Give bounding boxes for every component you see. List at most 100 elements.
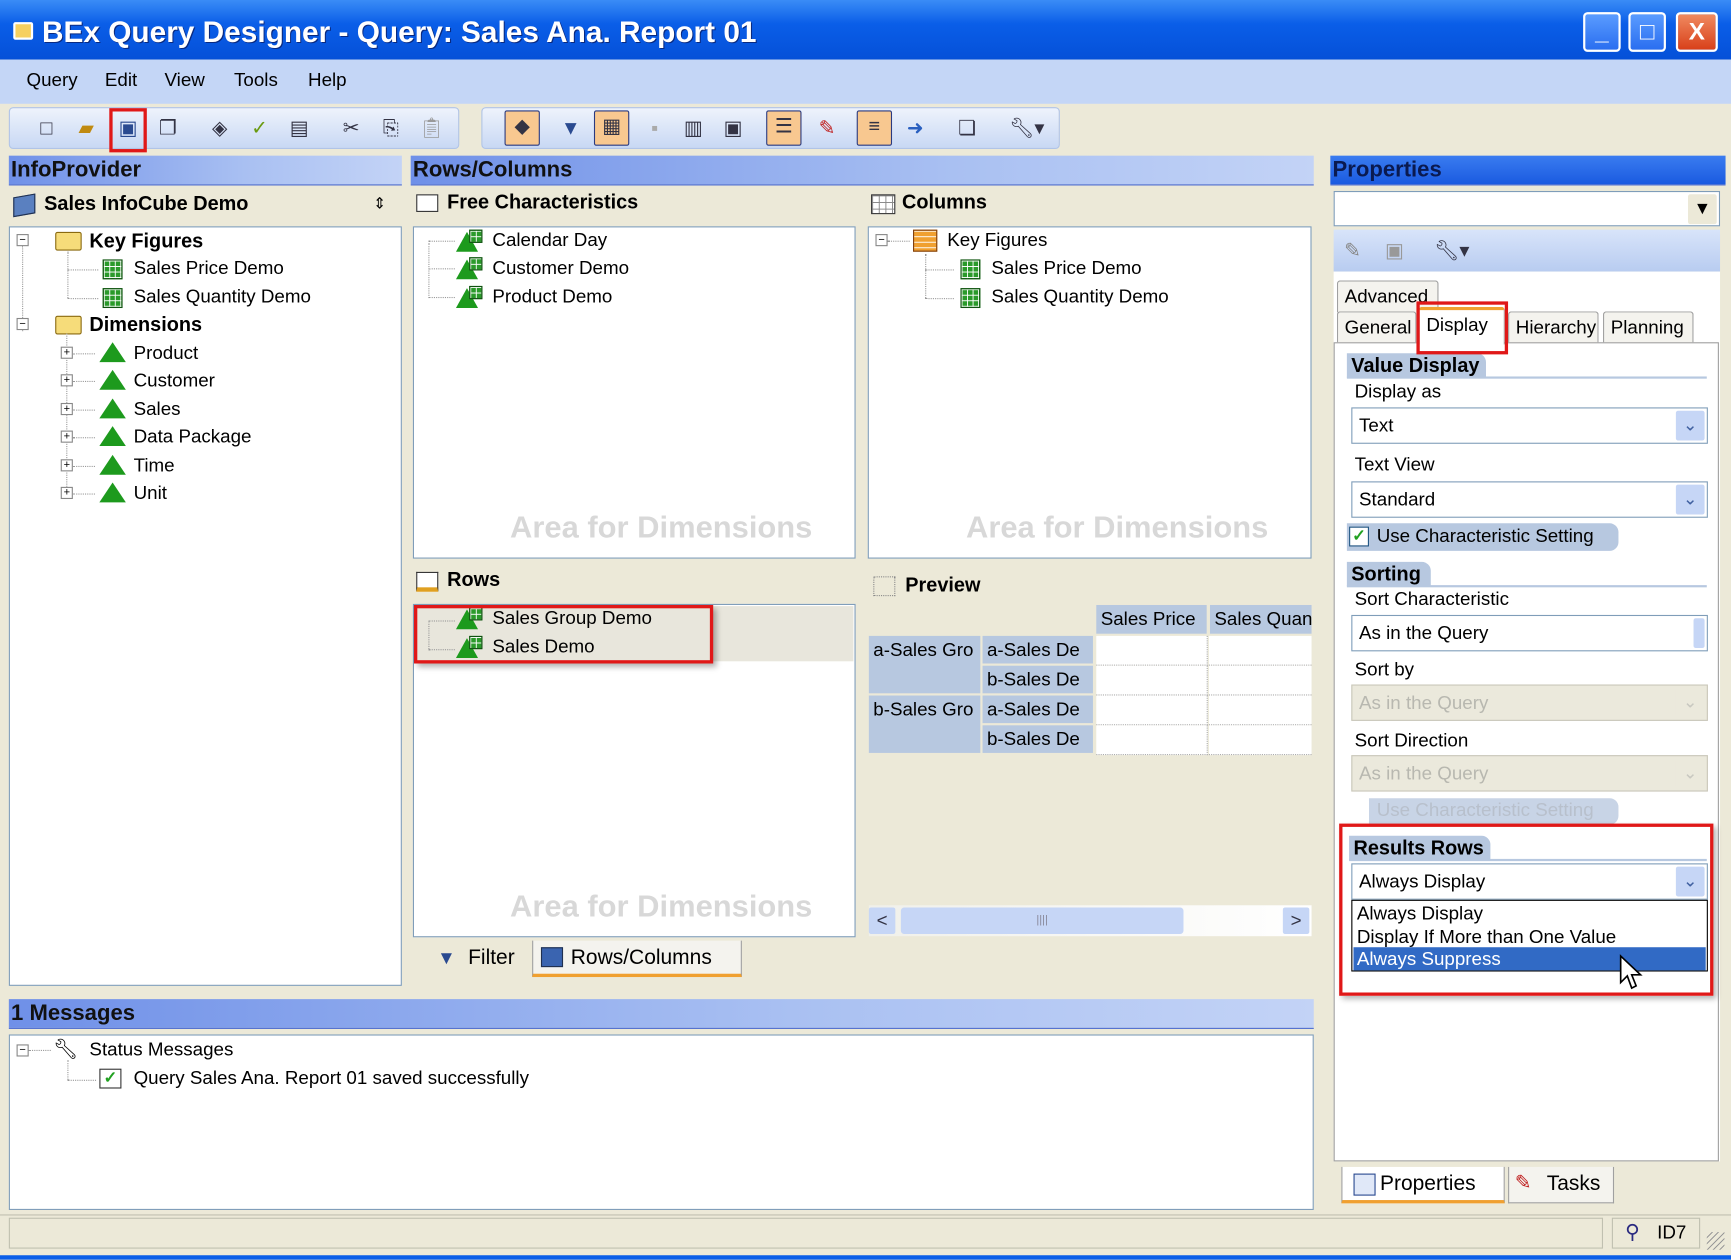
- cut-icon[interactable]: ✂: [337, 114, 366, 143]
- column-item[interactable]: Sales Quantity Demo: [991, 286, 1168, 308]
- chevron-down-icon[interactable]: ▼: [1688, 194, 1717, 225]
- edit-icon[interactable]: ✎: [1338, 236, 1367, 265]
- column-item[interactable]: Sales Price Demo: [991, 257, 1141, 279]
- properties-icon: [1353, 1173, 1376, 1196]
- preview-row-header: b-Sales Gro: [868, 695, 981, 753]
- tree-dimensions[interactable]: Dimensions: [89, 314, 202, 336]
- key-figures-structure-icon: [913, 229, 938, 252]
- sort-characteristic-label: Sort Characteristic: [1354, 588, 1509, 610]
- columns-label: Columns: [901, 190, 987, 214]
- menu-view[interactable]: View: [164, 70, 204, 92]
- collapse-icon[interactable]: −: [875, 234, 888, 247]
- tree-dimension-item[interactable]: Product: [134, 342, 199, 364]
- maximize-button[interactable]: □: [1628, 12, 1666, 52]
- scroll-right-button[interactable]: >: [1282, 907, 1310, 934]
- documents-icon[interactable]: ❏: [953, 114, 982, 143]
- tree-item[interactable]: Sales Price Demo: [134, 257, 284, 279]
- save-all-icon[interactable]: ❐: [153, 114, 182, 143]
- tree-dimension-item[interactable]: Customer: [134, 370, 215, 392]
- rows-columns-icon[interactable]: ▦: [593, 110, 630, 146]
- text-view-select[interactable]: Standard ⌄: [1351, 481, 1708, 518]
- properties-view-icon[interactable]: ☰: [766, 110, 802, 146]
- free-characteristic-item[interactable]: Customer Demo: [492, 257, 629, 279]
- chevron-down-icon[interactable]: [1693, 618, 1705, 649]
- free-characteristic-item[interactable]: Calendar Day: [492, 230, 607, 252]
- messages-view-icon[interactable]: ≡: [856, 110, 893, 146]
- expand-icon[interactable]: +: [60, 346, 73, 359]
- menu-query[interactable]: Query: [26, 70, 77, 92]
- display-as-select[interactable]: Text ⌄: [1351, 407, 1708, 444]
- expand-icon[interactable]: +: [60, 402, 73, 416]
- conditions-icon[interactable]: ▥: [679, 114, 708, 143]
- columns-key-figures[interactable]: Key Figures: [947, 230, 1047, 252]
- folder-icon: [55, 315, 82, 335]
- preview-header: Sales Quan: [1209, 604, 1312, 634]
- paste-icon[interactable]: 📋︎: [417, 114, 446, 143]
- expand-icon[interactable]: +: [60, 459, 73, 472]
- tree-dimension-item[interactable]: Unit: [134, 482, 167, 504]
- close-button[interactable]: X: [1675, 12, 1718, 52]
- minimize-button[interactable]: _: [1583, 12, 1621, 52]
- sort-use-char-setting-checkbox[interactable]: [1349, 800, 1369, 821]
- free-characteristic-item[interactable]: Product Demo: [492, 286, 612, 308]
- tab-planning[interactable]: Planning: [1603, 311, 1694, 344]
- free-characteristics-area[interactable]: [412, 226, 856, 559]
- preview-row-header: b-Sales De: [982, 725, 1093, 753]
- drop-area-hint: Area for Dimensions: [510, 510, 813, 545]
- tasks-icon: ✎: [1514, 1171, 1532, 1194]
- expand-icon[interactable]: +: [60, 430, 73, 443]
- check-icon[interactable]: ✓: [245, 114, 274, 143]
- collapse-icon[interactable]: −: [16, 317, 29, 331]
- tab-hierarchy[interactable]: Hierarchy: [1508, 311, 1599, 344]
- technical-names-dropdown[interactable]: 🔧︎▾: [1002, 114, 1051, 143]
- tree-dimension-item[interactable]: Time: [134, 455, 175, 477]
- message-item[interactable]: Query Sales Ana. Report 01 saved success…: [134, 1068, 529, 1090]
- tab-rows-columns[interactable]: Rows/Columns: [532, 940, 742, 978]
- tab-label: Properties: [1380, 1172, 1476, 1196]
- sort-direction-label: Sort Direction: [1354, 729, 1469, 751]
- chevron-down-icon[interactable]: ⌄: [1675, 484, 1705, 515]
- menu-tools[interactable]: Tools: [234, 70, 278, 92]
- menu-edit[interactable]: Edit: [105, 70, 137, 92]
- copy-icon[interactable]: ⎘: [376, 114, 405, 143]
- filter-icon[interactable]: ▼: [556, 114, 585, 143]
- scroll-left-button[interactable]: <: [868, 907, 896, 934]
- new-icon[interactable]: □: [32, 114, 61, 143]
- properties-object-selector[interactable]: ▼: [1333, 190, 1721, 227]
- use-char-setting-checkbox[interactable]: ✓: [1349, 526, 1369, 547]
- display-tab-highlight: [1416, 301, 1509, 355]
- collapse-icon[interactable]: −: [16, 1044, 29, 1057]
- expand-icon[interactable]: +: [60, 486, 73, 500]
- status-messages-node[interactable]: Status Messages: [89, 1039, 233, 1061]
- collapse-icon[interactable]: −: [16, 234, 29, 247]
- tree-item[interactable]: Sales Quantity Demo: [134, 286, 311, 308]
- sort-characteristic-select[interactable]: As in the Query: [1351, 614, 1708, 652]
- cells-icon[interactable]: ▪: [640, 114, 669, 143]
- technical-names-dropdown[interactable]: 🔧︎▾: [1429, 236, 1475, 265]
- preview-cell: [1208, 635, 1312, 666]
- scrollbar-thumb[interactable]: ||||: [900, 907, 1184, 934]
- tree-dimension-item[interactable]: Sales: [134, 399, 181, 421]
- expand-icon[interactable]: +: [60, 374, 73, 387]
- tab-general[interactable]: General: [1336, 311, 1417, 344]
- exceptions-icon[interactable]: ▣: [719, 114, 748, 143]
- properties-query-icon[interactable]: ▤: [285, 114, 314, 143]
- publish-icon[interactable]: ◈: [205, 114, 234, 143]
- infoprovider-view-icon[interactable]: ◆: [504, 110, 540, 146]
- tasks-icon[interactable]: ✎: [813, 114, 842, 143]
- sort-toggle-icon[interactable]: ⇕: [373, 192, 386, 214]
- dimension-icon: [99, 482, 126, 503]
- chevron-down-icon[interactable]: ⌄: [1675, 410, 1705, 441]
- sort-direction-select[interactable]: As in the Query ⌄: [1351, 755, 1708, 792]
- tree-key-figures[interactable]: Key Figures: [89, 230, 203, 252]
- resize-grip[interactable]: [1706, 1232, 1725, 1250]
- dimension-icon: [99, 342, 126, 363]
- tab-label: Tasks: [1546, 1172, 1601, 1196]
- save-icon[interactable]: ▣: [1380, 236, 1409, 265]
- where-used-icon[interactable]: ➜: [901, 114, 930, 143]
- sort-by-select[interactable]: As in the Query ⌄: [1351, 684, 1708, 721]
- tab-label: Filter: [468, 946, 515, 970]
- menu-help[interactable]: Help: [308, 70, 347, 92]
- open-icon[interactable]: ▰: [72, 114, 101, 143]
- tree-dimension-item[interactable]: Data Package: [134, 426, 252, 448]
